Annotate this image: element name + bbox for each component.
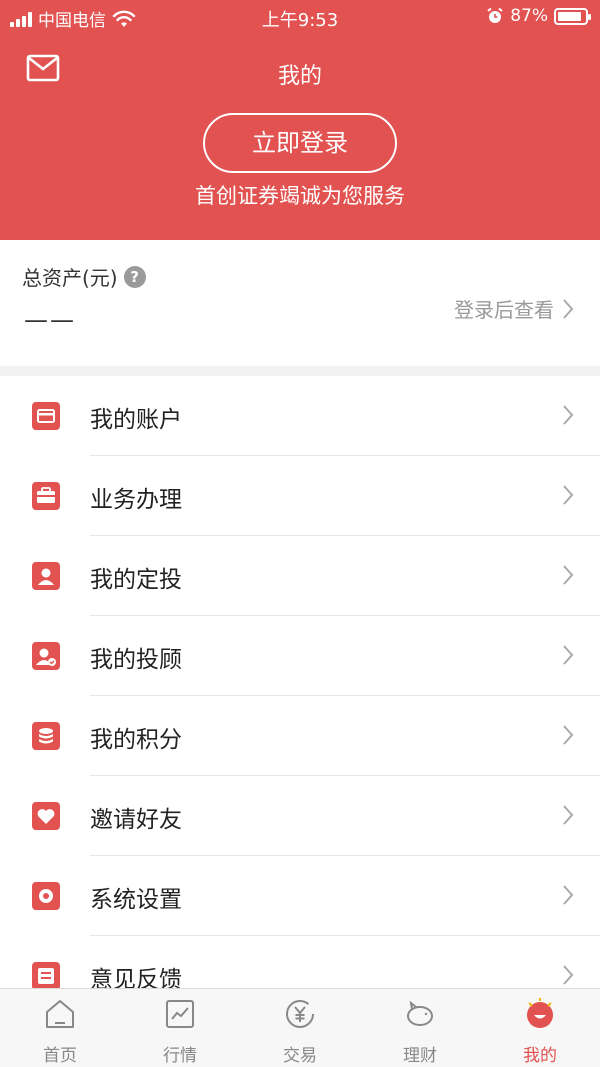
menu-item-label: 我的投顾	[90, 647, 182, 673]
chevron-right-icon	[563, 565, 574, 585]
card-icon	[32, 402, 60, 430]
total-assets-card: 总资产(元) ? —— 登录后查看	[0, 240, 600, 366]
total-assets-value: ——	[24, 306, 76, 334]
total-assets-label: 总资产(元) ?	[22, 262, 146, 291]
feedback-icon	[32, 962, 60, 988]
tab-label: 我的	[523, 1046, 557, 1066]
status-right: 87%	[486, 6, 591, 26]
heart-icon	[32, 802, 60, 830]
slogan-text: 首创证券竭诚为您服务	[195, 184, 405, 208]
tab-bar: 首页 行情 交易 理财 我的	[0, 988, 600, 1067]
menu-item-label: 邀请好友	[90, 807, 182, 833]
menu-list: 我的账户 业务办理 我的定投 我的投顾 我的积分 邀请好友 系统设置 意见反馈	[0, 376, 600, 988]
page-title: 我的	[277, 64, 322, 89]
piggy-icon	[407, 1000, 433, 1026]
tab-label: 首页	[43, 1046, 77, 1066]
me-icon	[527, 998, 553, 1028]
login-button[interactable]: 立即登录	[203, 113, 397, 173]
view-after-login-link[interactable]: 登录后查看	[454, 294, 574, 323]
tab-trade[interactable]: 交易	[240, 989, 360, 1067]
menu-item-fixed-investment[interactable]: 我的定投	[0, 536, 600, 616]
tab-label: 理财	[403, 1046, 437, 1066]
chart-icon	[166, 1000, 194, 1028]
chevron-right-icon	[563, 885, 574, 905]
tab-label: 行情	[163, 1046, 197, 1066]
header: 中国电信 上午9:53 87% 我的 立即登录 首创证券竭诚为您服务	[0, 0, 600, 240]
battery-percent: 87%	[510, 6, 548, 26]
tab-finance[interactable]: 理财	[360, 989, 480, 1067]
total-assets-title: 总资产(元)	[22, 266, 118, 290]
screen: 中国电信 上午9:53 87% 我的 立即登录 首创证券竭诚为您服务 总资产(元…	[0, 0, 600, 1067]
tab-market[interactable]: 行情	[120, 989, 240, 1067]
tab-me[interactable]: 我的	[480, 989, 600, 1067]
alarm-icon	[487, 7, 503, 23]
menu-item-label: 我的定投	[90, 567, 182, 593]
briefcase-icon	[32, 482, 60, 510]
chevron-right-icon	[563, 805, 574, 825]
tab-label: 交易	[283, 1046, 317, 1066]
menu-item-invite-friends[interactable]: 邀请好友	[0, 776, 600, 856]
settings-icon	[32, 882, 60, 910]
help-icon[interactable]: ?	[123, 265, 146, 288]
menu-item-my-account[interactable]: 我的账户	[0, 376, 600, 456]
menu-item-business[interactable]: 业务办理	[0, 456, 600, 536]
chevron-right-icon	[563, 405, 574, 425]
status-bar: 中国电信 上午9:53 87%	[0, 0, 600, 34]
chevron-right-icon	[563, 645, 574, 665]
tab-home[interactable]: 首页	[0, 989, 120, 1067]
menu-item-label: 我的账户	[90, 407, 182, 433]
battery-icon	[554, 7, 591, 25]
person-icon	[32, 562, 60, 590]
menu-item-label: 系统设置	[90, 887, 182, 913]
yuan-icon	[286, 1000, 314, 1028]
advisor-icon	[32, 642, 60, 670]
menu-item-label: 我的积分	[90, 727, 182, 753]
chevron-right-icon	[563, 485, 574, 505]
coins-icon	[32, 722, 60, 750]
menu-item-label: 意见反馈	[90, 967, 182, 988]
chevron-right-icon	[563, 298, 574, 319]
menu-item-label: 业务办理	[90, 487, 182, 513]
menu-item-points[interactable]: 我的积分	[0, 696, 600, 776]
menu-item-feedback[interactable]: 意见反馈	[0, 936, 600, 988]
chevron-right-icon	[563, 965, 574, 985]
chevron-right-icon	[563, 725, 574, 745]
view-after-login-label: 登录后查看	[454, 298, 554, 322]
menu-item-advisor[interactable]: 我的投顾	[0, 616, 600, 696]
menu-item-settings[interactable]: 系统设置	[0, 856, 600, 936]
home-icon	[46, 1000, 74, 1028]
